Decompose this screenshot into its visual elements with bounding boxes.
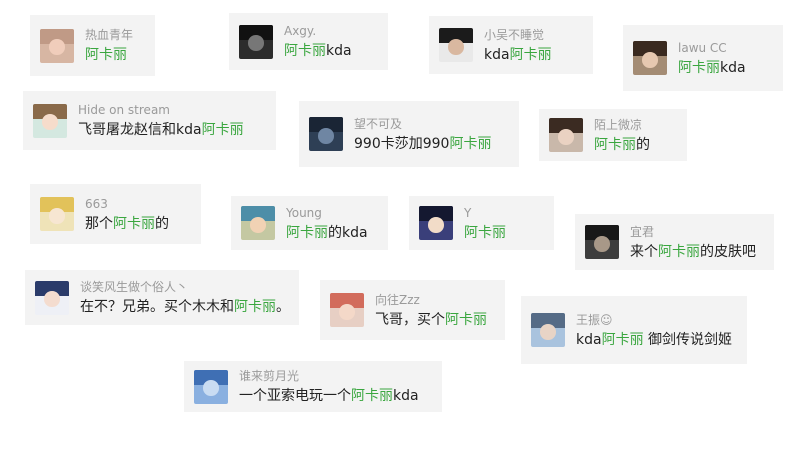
comment-text: 来个阿卡丽的皮肤吧	[630, 243, 756, 261]
commenter-name: 谁来剪月光	[239, 369, 300, 383]
message-segment: 的	[636, 136, 650, 153]
highlight-keyword: 阿卡丽	[658, 243, 700, 260]
message-segment: 990卡莎加990	[354, 135, 450, 152]
commenter-name: lawu CC	[678, 40, 727, 55]
comment-bubble: 向往Zzz 飞哥，买个阿卡丽	[320, 280, 505, 340]
comment-bubble: 663 那个阿卡丽的	[30, 184, 201, 244]
avatar[interactable]	[239, 24, 273, 59]
comment-bubble: 谈笑风生做个俗人丶在不？兄弟。买个木木和阿卡丽。	[25, 270, 299, 325]
avatar[interactable]	[549, 118, 583, 152]
message-segment: kda	[720, 59, 746, 76]
comment-text: 阿卡丽的	[594, 136, 650, 154]
highlight-keyword: 阿卡丽	[85, 47, 127, 63]
highlight-keyword: 阿卡丽	[594, 136, 636, 153]
avatar[interactable]	[194, 369, 228, 404]
comment-text: 阿卡丽	[85, 46, 133, 64]
message-segment: 来个	[630, 243, 658, 260]
comment-text: 飞哥屠龙赵信和kda阿卡丽	[78, 121, 244, 139]
highlight-keyword: 阿卡丽	[509, 46, 552, 63]
commenter-name: 663	[85, 196, 108, 211]
commenter-name: 王振☺	[576, 312, 613, 327]
comment-bubble: 陌上微凉阿卡丽的	[539, 109, 687, 161]
avatar[interactable]	[439, 28, 473, 62]
comment-text: 阿卡丽kda	[678, 59, 746, 77]
commenter-name: Young	[286, 205, 322, 220]
comment-bubble: Axgy. 阿卡丽kda	[229, 13, 388, 70]
message-segment: 那个	[85, 215, 113, 232]
message-segment: 的	[155, 215, 169, 232]
highlight-keyword: 阿卡丽	[351, 388, 393, 404]
avatar[interactable]	[40, 28, 74, 63]
message-segment: 飞哥，买个	[375, 311, 445, 328]
comment-text: 阿卡丽	[464, 224, 506, 242]
comment-bubble: Y 阿卡丽	[409, 196, 554, 250]
highlight-keyword: 阿卡丽	[201, 122, 244, 138]
comment-bubble: 王振☺ kda阿卡丽 御剑传说剑姬	[521, 296, 747, 364]
message-segment: kda	[576, 331, 602, 348]
comment-bubble: Hide on stream 飞哥屠龙赵信和kda阿卡丽	[23, 91, 276, 150]
comment-text: kda阿卡丽 御剑传说剑姬	[576, 331, 732, 349]
commenter-name: 谈笑风生做个俗人丶	[80, 280, 189, 294]
message-segment: 的皮肤吧	[700, 243, 756, 260]
message-segment: 飞哥屠龙赵信和kda	[78, 122, 202, 138]
comment-bubble: Young 阿卡丽的kda	[231, 196, 388, 250]
message-segment: 的kda	[328, 224, 368, 241]
avatar[interactable]	[40, 197, 74, 231]
comment-bubble: 望不可及 990卡莎加990阿卡丽	[299, 101, 519, 167]
commenter-name: Axgy.	[284, 24, 317, 38]
highlight-keyword: 阿卡丽	[113, 215, 155, 232]
avatar[interactable]	[633, 41, 667, 75]
commenter-name: Y	[464, 205, 472, 220]
comment-text: 那个阿卡丽的	[85, 215, 169, 233]
message-segment: kda	[393, 388, 419, 404]
message-segment: 一个亚索电玩一个	[239, 388, 351, 404]
commenter-name: 望不可及	[354, 116, 403, 131]
avatar[interactable]	[419, 206, 453, 240]
comment-bubble: 小吴不睡觉 kda阿卡丽	[429, 16, 593, 74]
commenter-name: 向往Zzz	[375, 292, 420, 307]
comment-bubble: 谁来剪月光一个亚索电玩一个阿卡丽kda	[184, 361, 442, 412]
comment-bubble: 宜君来个阿卡丽的皮肤吧	[575, 214, 774, 270]
highlight-keyword: 阿卡丽	[284, 43, 326, 59]
comment-text: 990卡莎加990阿卡丽	[354, 135, 491, 153]
message-segment: kda	[484, 46, 510, 63]
avatar[interactable]	[531, 313, 565, 347]
comment-text: 在不？兄弟。买个木木和阿卡丽。	[80, 298, 290, 316]
highlight-keyword: 阿卡丽	[601, 331, 644, 348]
highlight-keyword: 阿卡丽	[678, 59, 720, 76]
message-segment: 在不？兄弟。买个木木和	[80, 299, 234, 315]
highlight-keyword: 阿卡丽	[286, 224, 328, 241]
message-segment: 。	[276, 299, 290, 315]
avatar[interactable]	[309, 117, 343, 151]
avatar[interactable]	[35, 280, 69, 315]
comment-text: 一个亚索电玩一个阿卡丽kda	[239, 387, 419, 405]
avatar[interactable]	[585, 225, 619, 259]
message-segment: 御剑传说剑姬	[643, 331, 733, 348]
comment-text: 飞哥，买个阿卡丽	[375, 311, 487, 329]
commenter-name: 陌上微凉	[594, 117, 643, 132]
comment-text: 阿卡丽的kda	[286, 224, 368, 242]
commenter-name: 宜君	[630, 224, 655, 239]
highlight-keyword: 阿卡丽	[464, 224, 506, 241]
comment-bubble: lawu CC 阿卡丽kda	[623, 25, 783, 91]
commenter-name: Hide on stream	[78, 103, 170, 117]
comment-bubble: 热血青年 阿卡丽	[30, 15, 155, 76]
comment-text: kda阿卡丽	[484, 46, 552, 64]
comment-text: 阿卡丽kda	[284, 42, 352, 60]
avatar[interactable]	[330, 293, 364, 327]
highlight-keyword: 阿卡丽	[234, 299, 276, 315]
avatar[interactable]	[241, 206, 275, 240]
highlight-keyword: 阿卡丽	[445, 311, 487, 328]
commenter-name: 小吴不睡觉	[484, 27, 545, 42]
avatar[interactable]	[33, 103, 67, 138]
message-segment: kda	[326, 43, 352, 59]
highlight-keyword: 阿卡丽	[449, 135, 492, 152]
commenter-name: 热血青年	[85, 28, 134, 42]
